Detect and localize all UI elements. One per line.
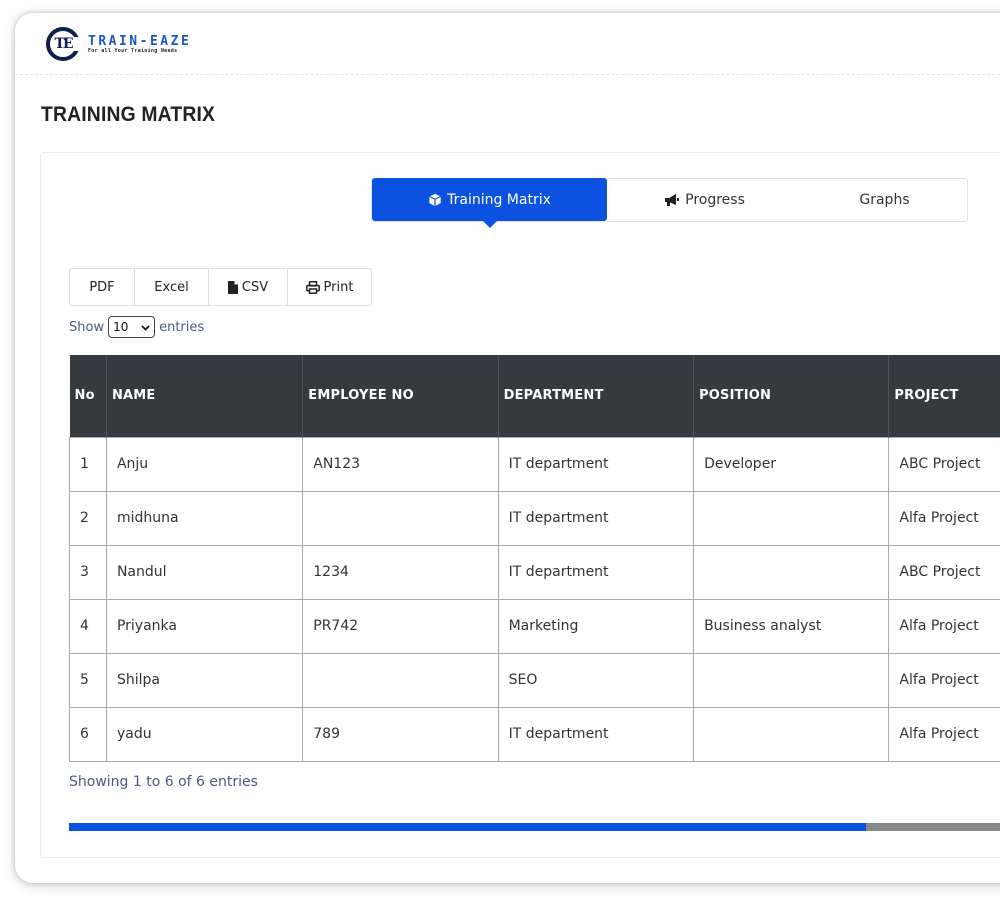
- cell-employee-no: [302, 652, 499, 708]
- entries-select-value: 10: [113, 320, 129, 334]
- excel-button-label: Excel: [154, 279, 189, 295]
- cell-position: Developer: [693, 436, 890, 492]
- cell-department: IT department: [497, 436, 695, 492]
- table-header-row: No NAME EMPLOYEE NO DEPARTMENT POSITION …: [69, 355, 1000, 437]
- cell-department: SEO: [497, 652, 695, 708]
- training-matrix-table: No NAME EMPLOYEE NO DEPARTMENT POSITION …: [69, 355, 1000, 762]
- tab-label: Progress: [685, 192, 745, 208]
- chevron-down-icon: [141, 320, 150, 334]
- content-card: Training Matrix Progress Graphs PDF Exce…: [40, 152, 1000, 858]
- table-row: 2 midhuna IT department Alfa Project: [69, 490, 1000, 546]
- entries-select[interactable]: 10: [108, 316, 156, 338]
- print-button[interactable]: Print: [288, 269, 371, 305]
- tab-bar: Training Matrix Progress Graphs: [371, 178, 968, 228]
- column-header-name[interactable]: NAME: [106, 355, 304, 437]
- page-title: TRAINING MATRIX: [41, 103, 216, 126]
- cell-department: IT department: [497, 490, 695, 546]
- cell-no: 4: [69, 598, 107, 654]
- csv-button-label: CSV: [241, 279, 269, 295]
- length-menu: Show 10 entries: [69, 316, 204, 338]
- file-icon: [227, 280, 238, 294]
- pdf-button[interactable]: PDF: [70, 269, 135, 305]
- length-prefix: Show: [69, 319, 105, 335]
- cell-name: Anju: [105, 436, 304, 492]
- cell-department: IT department: [497, 706, 695, 762]
- tab-label: Graphs: [859, 192, 910, 208]
- cell-employee-no: PR742: [302, 598, 499, 654]
- brand-logo[interactable]: TE TRAIN-EAZE For all Your Training Need…: [46, 27, 191, 61]
- cell-project: Alfa Project: [888, 652, 1000, 708]
- cell-name: Shilpa: [105, 652, 304, 708]
- cell-project: Alfa Project: [888, 706, 1000, 762]
- cell-project: Alfa Project: [888, 490, 1000, 546]
- table-row: 6 yadu 789 IT department Alfa Project: [69, 706, 1000, 762]
- cell-employee-no: [302, 490, 499, 546]
- tab-progress[interactable]: Progress: [607, 179, 802, 221]
- cell-department: IT department: [497, 544, 695, 600]
- top-bar: TE TRAIN-EAZE For all Your Training Need…: [15, 13, 1000, 75]
- table-row: 1 Anju AN123 IT department Developer ABC…: [69, 436, 1000, 492]
- tab-label: Training Matrix: [447, 191, 551, 208]
- cell-employee-no: 789: [302, 706, 499, 762]
- print-button-label: Print: [323, 279, 354, 295]
- cell-name: yadu: [105, 706, 304, 762]
- logo-mark-icon: TE: [46, 27, 80, 61]
- cell-name: midhuna: [105, 490, 304, 546]
- table-row: 5 Shilpa SEO Alfa Project: [69, 652, 1000, 708]
- excel-button[interactable]: Excel: [135, 269, 209, 305]
- cell-no: 3: [69, 544, 107, 600]
- length-suffix: entries: [159, 319, 205, 335]
- cell-project: ABC Project: [888, 544, 1000, 600]
- cell-employee-no: 1234: [302, 544, 499, 600]
- print-icon: [305, 280, 320, 294]
- cell-employee-no: AN123: [302, 436, 499, 492]
- cell-no: 5: [69, 652, 107, 708]
- column-header-project[interactable]: PROJECT: [888, 355, 1000, 437]
- cell-position: [693, 706, 890, 762]
- cell-position: [693, 490, 890, 546]
- scrollbar-thumb[interactable]: [69, 823, 867, 831]
- column-header-employee-no[interactable]: EMPLOYEE NO: [302, 355, 499, 437]
- cell-no: 2: [69, 490, 107, 546]
- cell-project: ABC Project: [888, 436, 1000, 492]
- pdf-button-label: PDF: [89, 279, 115, 295]
- table-info: Showing 1 to 6 of 6 entries: [69, 774, 258, 790]
- cell-name: Nandul: [105, 544, 304, 600]
- export-button-group: PDF Excel CSV Print: [69, 268, 372, 306]
- brand-name: TRAIN-EAZE: [88, 33, 192, 49]
- cell-position: Business analyst: [693, 598, 890, 654]
- table-row: 4 Priyanka PR742 Marketing Business anal…: [69, 598, 1000, 654]
- cell-name: Priyanka: [105, 598, 304, 654]
- app-window: TE TRAIN-EAZE For all Your Training Need…: [15, 13, 1000, 883]
- csv-button[interactable]: CSV: [209, 269, 288, 305]
- cell-department: Marketing: [497, 598, 695, 654]
- cell-no: 1: [69, 436, 107, 492]
- cube-icon: [428, 193, 442, 207]
- tab-training-matrix[interactable]: Training Matrix: [372, 178, 607, 228]
- tab-graphs[interactable]: Graphs: [802, 179, 967, 221]
- column-header-position[interactable]: POSITION: [693, 355, 890, 437]
- column-header-department[interactable]: DEPARTMENT: [498, 355, 695, 437]
- cell-no: 6: [69, 706, 107, 762]
- cell-position: [693, 544, 890, 600]
- cell-position: [693, 652, 890, 708]
- cell-project: Alfa Project: [888, 598, 1000, 654]
- table-row: 3 Nandul 1234 IT department ABC Project: [69, 544, 1000, 600]
- horizontal-scrollbar[interactable]: [69, 823, 1000, 831]
- brand-tagline: For all Your Training Needs: [88, 47, 178, 54]
- column-header-no[interactable]: No: [69, 355, 107, 437]
- bullhorn-icon: [664, 193, 680, 207]
